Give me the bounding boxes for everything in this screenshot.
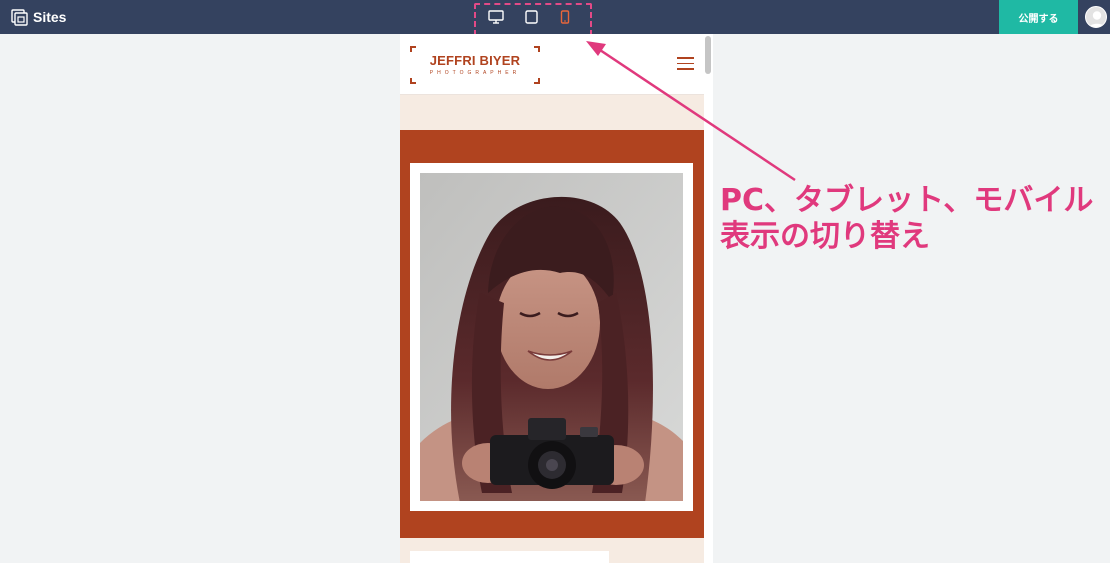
annotation-callout: PC、タブレット、モバイル 表示の切り替え: [720, 183, 1110, 255]
preview-scroll-track: [703, 34, 713, 563]
photo-frame: [410, 163, 693, 511]
mobile-view-button[interactable]: [556, 9, 574, 25]
avatar-silhouette-icon: [1088, 11, 1106, 27]
site-logo[interactable]: JEFFRI BIYER PHOTOGRAPHER: [410, 46, 540, 84]
tablet-icon: [524, 10, 538, 24]
logo-corner: [534, 78, 540, 84]
desktop-icon: [488, 10, 504, 24]
hero-section: [400, 130, 704, 538]
logo-name: JEFFRI BIYER: [429, 53, 521, 68]
site-header: JEFFRI BIYER PHOTOGRAPHER: [400, 34, 704, 95]
annotation-line-2: 表示の切り替え: [720, 219, 930, 254]
logo-corner: [534, 46, 540, 52]
tablet-view-button[interactable]: [522, 9, 540, 25]
app-brand[interactable]: Sites: [11, 8, 66, 26]
preview-scrollbar[interactable]: [705, 36, 711, 74]
account-avatar-icon[interactable]: [1085, 6, 1107, 28]
hero-photo[interactable]: [420, 173, 683, 501]
content-card: [410, 551, 609, 563]
top-bar: Sites 公開する: [0, 0, 1110, 36]
woman-with-camera-photo: [420, 173, 683, 501]
annotation-line-1: PC、タブレット、モバイル: [720, 183, 1094, 218]
mobile-preview: JEFFRI BIYER PHOTOGRAPHER: [400, 34, 704, 563]
logo-subtitle: PHOTOGRAPHER: [429, 70, 521, 76]
publish-button[interactable]: 公開する: [999, 0, 1078, 34]
mobile-icon: [560, 10, 570, 24]
logo-corner: [410, 46, 416, 52]
logo-corner: [410, 78, 416, 84]
hamburger-menu-icon[interactable]: [677, 57, 694, 71]
app-title: Sites: [33, 9, 67, 25]
desktop-view-button[interactable]: [487, 9, 505, 25]
sites-logo-icon: [11, 8, 28, 26]
